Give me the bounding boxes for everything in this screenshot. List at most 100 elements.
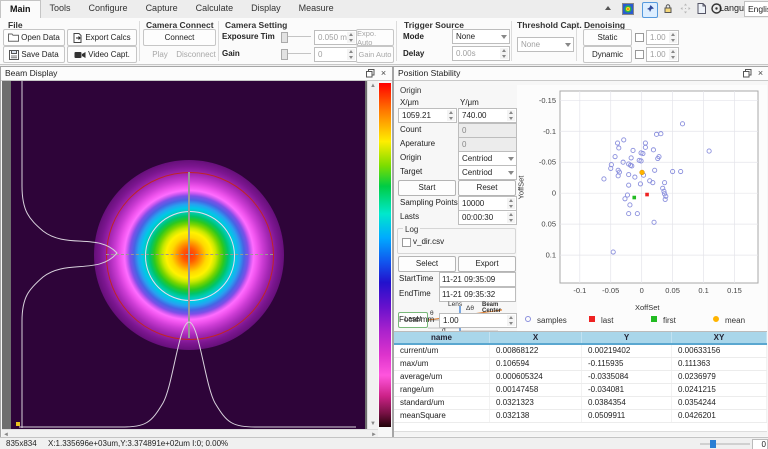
status-slider-track[interactable] (700, 443, 750, 445)
origin-x-spinner[interactable] (447, 110, 455, 121)
tab-main[interactable]: Main (0, 0, 41, 19)
disconnect-button[interactable]: Disconnect (175, 46, 217, 63)
samples-marker (525, 316, 531, 322)
save-data-button[interactable]: Save Data (3, 46, 65, 63)
count-label: Count (400, 123, 421, 136)
cursor-coords-status: X:1.335696e+03um,Y:3.374891e+02um I:0; 0… (48, 438, 228, 449)
open-data-label: Open Data (21, 33, 60, 42)
export-icon (73, 33, 83, 43)
focal-label: Focal/mm (399, 313, 434, 326)
beam-canvas[interactable] (2, 81, 378, 429)
end-time-text: 11-21 09:35:32 (442, 290, 495, 299)
sampling-spinner[interactable] (507, 198, 515, 209)
table-horizontal-scrollbar[interactable] (394, 431, 767, 436)
exposure-spinner[interactable] (347, 32, 355, 43)
tab-tools[interactable]: Tools (41, 0, 80, 17)
table-cell: meanSquare (394, 410, 490, 422)
first-marker (651, 316, 657, 322)
expo-auto-button[interactable]: Expo. Auto (356, 29, 394, 46)
target-select[interactable]: Centriod (458, 165, 517, 180)
export-calcs-button[interactable]: Export Calcs (67, 29, 137, 46)
origin-y-input[interactable]: 740.00 (458, 108, 517, 123)
tab-display[interactable]: Display (242, 0, 290, 17)
focal-spinner[interactable] (507, 315, 515, 326)
table-cell: average/um (394, 371, 490, 383)
tab-configure[interactable]: Configure (80, 0, 137, 17)
last-marker (589, 316, 595, 322)
static-spinner[interactable] (669, 32, 677, 43)
beam-view-icon[interactable] (621, 2, 635, 16)
gain-slider[interactable] (281, 47, 311, 60)
move-icon[interactable] (678, 2, 692, 16)
target-label: Target (400, 165, 422, 178)
dynamic-denoise-text: 1.00 (650, 50, 666, 59)
beam-panel-header[interactable]: Beam Display × (1, 67, 392, 81)
gain-value-text: 0 (318, 50, 322, 59)
delay-spinner[interactable] (500, 48, 508, 59)
header-xy: XY (672, 332, 767, 343)
log-groupbox: Log v_dir.csv (397, 228, 516, 254)
dynamic-denoise-checkbox[interactable] (635, 50, 644, 59)
static-denoise-checkbox[interactable] (635, 33, 644, 42)
origin-select[interactable]: Centriod (458, 151, 517, 166)
table-cell: 0.0384354 (582, 397, 672, 409)
restore-panel-icon[interactable] (365, 68, 376, 79)
start-time-label: StartTime (399, 272, 433, 285)
tab-capture[interactable]: Capture (137, 0, 187, 17)
open-data-button[interactable]: Open Data (3, 29, 65, 46)
dynamic-spinner[interactable] (669, 49, 677, 60)
focal-input[interactable]: 1.00 (439, 313, 517, 328)
table-cell: 0.0509911 (582, 410, 672, 422)
start-button[interactable]: Start (398, 180, 456, 196)
aperture-value: 0 (458, 137, 517, 152)
legend-samples-label: samples (537, 316, 567, 325)
lock-icon[interactable] (661, 2, 675, 16)
legend-first: first (651, 316, 676, 325)
pin-icon[interactable] (642, 2, 658, 18)
svg-text:0: 0 (640, 286, 644, 295)
exposure-label: Exposure Tim (222, 29, 275, 44)
beam-image[interactable] (11, 81, 365, 429)
threshold-select[interactable]: None (517, 37, 574, 52)
restore-panel-icon[interactable] (742, 68, 753, 79)
log-file-label: v_dir.csv (413, 235, 444, 248)
table-cell: 0.0321323 (490, 397, 582, 409)
language-select[interactable]: English (744, 1, 768, 17)
gain-auto-button[interactable]: Gain Auto (356, 46, 394, 63)
origin-x-value: 1059.21 (402, 111, 431, 120)
log-file-checkbox[interactable] (402, 238, 411, 247)
trigger-mode-select[interactable]: None (452, 29, 510, 44)
stability-panel-header[interactable]: Position Stability × (394, 67, 768, 81)
lasts-input[interactable]: 00:00:30 (458, 210, 517, 225)
status-slider-thumb[interactable] (710, 440, 716, 448)
static-denoise-button[interactable]: Static (583, 29, 632, 46)
chevron-down-icon (565, 43, 571, 47)
status-slider-value: 0 (752, 439, 768, 449)
tab-measure[interactable]: Measure (290, 0, 343, 17)
video-capture-button[interactable]: Video Capt. (67, 46, 137, 63)
reset-button[interactable]: Reset (458, 180, 516, 196)
dynamic-denoise-button[interactable]: Dynamic (583, 46, 632, 63)
origin-x-input[interactable]: 1059.21 (398, 108, 457, 123)
play-button[interactable]: Play (143, 46, 177, 63)
exposure-slider[interactable] (281, 30, 311, 43)
table-row: max/um0.106594-0.1159350.111363 (394, 358, 767, 371)
lasts-spinner[interactable] (507, 212, 515, 223)
close-panel-icon[interactable]: × (378, 68, 389, 79)
lasts-label: Lasts (400, 210, 419, 223)
collapse-toolbar-icon[interactable] (601, 2, 615, 16)
close-panel-icon[interactable]: × (755, 68, 766, 79)
profile-curves (11, 81, 365, 429)
connect-button[interactable]: Connect (143, 29, 216, 46)
sampling-points-input[interactable]: 10000 (458, 196, 517, 211)
beam-vertical-scrollbar[interactable]: ▲ ▼ (367, 81, 378, 429)
table-cell: current/um (394, 345, 490, 357)
report-icon[interactable] (694, 2, 708, 16)
export-button[interactable]: Export (458, 256, 516, 272)
tab-calculate[interactable]: Calculate (187, 0, 243, 17)
table-row: current/um0.008681220.002194020.00633156 (394, 345, 767, 358)
select-button[interactable]: Select (398, 256, 456, 272)
origin-y-spinner[interactable] (507, 110, 515, 121)
gain-spinner[interactable] (347, 49, 355, 60)
origin-group-label: Origin (400, 86, 421, 95)
